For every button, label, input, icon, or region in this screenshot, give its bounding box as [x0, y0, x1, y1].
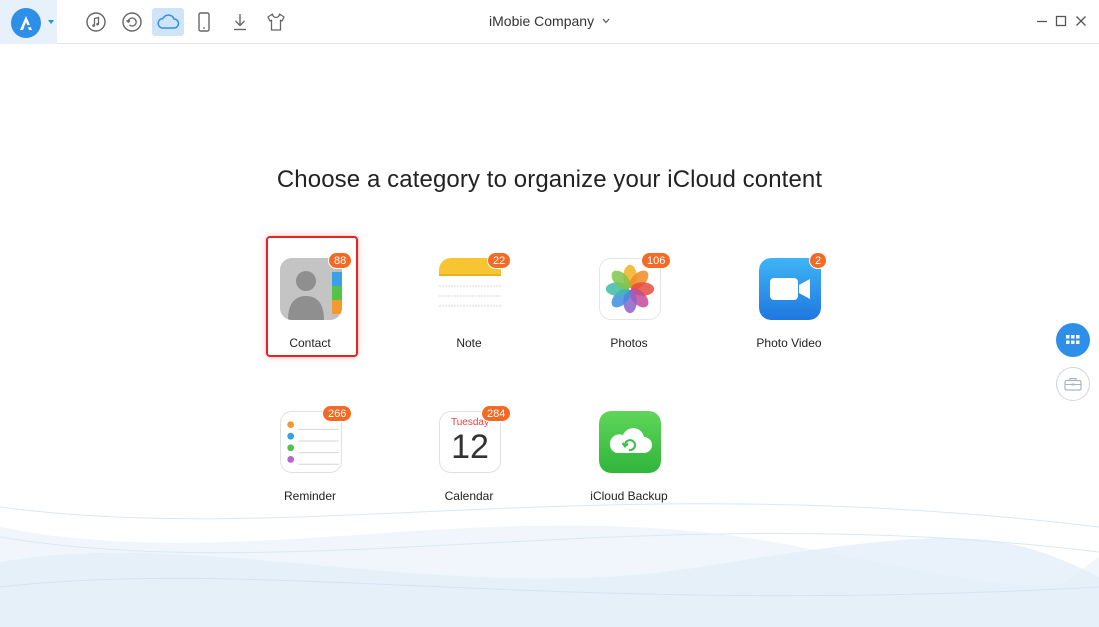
count-badge: 284: [481, 405, 512, 422]
category-label: Contact: [289, 336, 331, 350]
top-bar: iMobie Company: [0, 0, 1099, 44]
background-waves: [0, 503, 1099, 627]
minimize-icon[interactable]: [1035, 14, 1049, 28]
count-badge: 2: [809, 252, 827, 269]
toolbox-button[interactable]: [1056, 367, 1090, 401]
device-selector[interactable]: iMobie Company: [0, 13, 1099, 29]
category-label: iCloud Backup: [590, 489, 668, 503]
category-label: Photos: [610, 336, 648, 350]
grid-icon: [1066, 335, 1080, 344]
category-label: Photo Video: [756, 336, 822, 350]
category-label: Note: [456, 336, 482, 350]
count-badge: 106: [641, 252, 672, 269]
category-view-button[interactable]: [1056, 323, 1090, 357]
close-icon[interactable]: [1074, 14, 1088, 28]
briefcase-icon: [1064, 377, 1082, 391]
count-badge: 88: [328, 252, 353, 269]
maximize-icon[interactable]: [1054, 14, 1068, 28]
category-note[interactable]: 22 Note: [419, 236, 519, 350]
chevron-down-icon: [602, 18, 610, 24]
category-contact[interactable]: 88 Contact: [260, 236, 360, 350]
category-label: Reminder: [283, 489, 337, 503]
category-label: Calendar: [444, 489, 494, 503]
category-icloud-backup[interactable]: iCloud Backup: [579, 389, 679, 503]
icloud-backup-icon: [599, 411, 661, 473]
calendar-date: 12: [451, 428, 489, 466]
category-calendar[interactable]: Tuesday 12 284 Calendar: [419, 389, 519, 503]
category-reminder[interactable]: 266 Reminder: [260, 389, 360, 503]
category-photos[interactable]: 106 Photos: [579, 236, 679, 350]
count-badge: 22: [487, 252, 512, 269]
device-name: iMobie Company: [489, 13, 595, 29]
count-badge: 266: [322, 405, 353, 422]
page-heading: Choose a category to organize your iClou…: [276, 166, 823, 193]
category-photo-video[interactable]: 2 Photo Video: [739, 236, 839, 350]
